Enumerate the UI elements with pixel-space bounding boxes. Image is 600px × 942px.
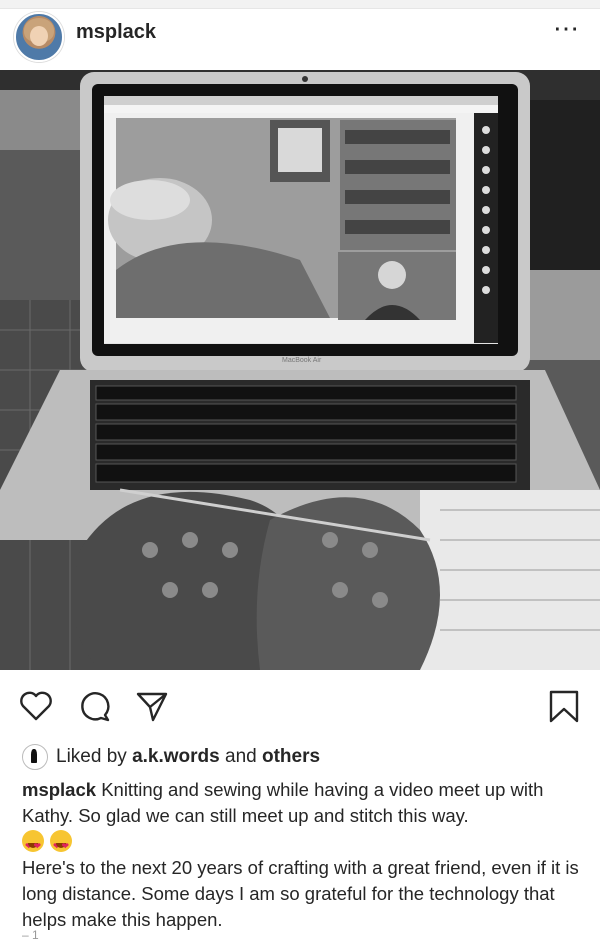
laptop-label: MacBook Air bbox=[282, 357, 322, 364]
caption-text-1: Knitting and sewing while having a video… bbox=[22, 779, 544, 826]
comment-button[interactable] bbox=[77, 688, 113, 724]
bookmark-icon bbox=[549, 690, 579, 723]
comment-icon bbox=[81, 692, 110, 722]
liker-avatar bbox=[22, 744, 48, 770]
save-button[interactable] bbox=[546, 688, 582, 724]
likes-line[interactable]: Liked by a.k.words and others bbox=[22, 744, 320, 770]
more-options-icon[interactable]: ⋯ bbox=[553, 13, 580, 44]
post-header: msplack ⋯ bbox=[0, 9, 600, 67]
like-button[interactable] bbox=[18, 688, 54, 724]
likes-conj: and bbox=[225, 746, 257, 768]
likes-others[interactable]: others bbox=[262, 746, 320, 767]
heart-eyes-emoji-icon-2 bbox=[50, 830, 72, 859]
avatar[interactable] bbox=[14, 12, 64, 62]
heart-icon bbox=[20, 691, 52, 721]
caption-text-2: Here's to the next 20 years of crafting … bbox=[22, 857, 579, 930]
cut-off-text: – 1 bbox=[22, 928, 39, 942]
post-username[interactable]: msplack bbox=[76, 21, 156, 44]
share-button[interactable] bbox=[134, 688, 170, 724]
share-icon bbox=[136, 692, 168, 722]
post-actions bbox=[0, 670, 600, 744]
caption-username[interactable]: msplack bbox=[22, 779, 96, 800]
status-strip bbox=[0, 0, 600, 9]
heart-eyes-emoji-icon bbox=[22, 830, 44, 859]
post-photo[interactable]: MacBook Air bbox=[0, 70, 600, 670]
post-caption: msplack Knitting and sewing while having… bbox=[22, 777, 584, 933]
liker-username[interactable]: a.k.words bbox=[132, 746, 220, 767]
likes-prefix: Liked by bbox=[56, 746, 127, 768]
